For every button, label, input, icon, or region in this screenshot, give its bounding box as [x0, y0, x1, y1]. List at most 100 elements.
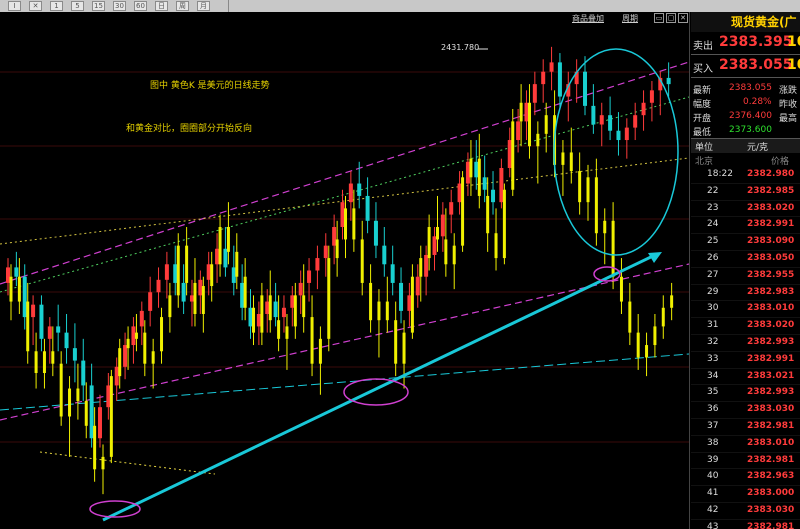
tick-row[interactable]: 23 2383.020: [691, 201, 800, 218]
tick-list[interactable]: 18:22 2382.980 22 2382.985 23 2383.020 24 2382.…: [691, 167, 800, 529]
toolbar-button[interactable]: 1: [50, 1, 63, 11]
period-link[interactable]: 周期: [622, 13, 638, 24]
tick-row[interactable]: 18:22 2382.980: [691, 167, 800, 184]
toolbar-button[interactable]: 5: [71, 1, 84, 11]
kline-svg[interactable]: [0, 12, 689, 529]
gold-candle-body: [449, 202, 454, 215]
usd-candle-body: [344, 208, 347, 240]
tick-row[interactable]: 22 2382.985: [691, 184, 800, 201]
maximize-icon[interactable]: ▢: [666, 13, 676, 23]
gold-candle-body: [532, 84, 537, 103]
gold-candle-body: [131, 326, 136, 346]
usd-candle-body: [51, 351, 55, 364]
gold-candle-body: [106, 385, 111, 408]
usd-candle-body: [452, 245, 456, 265]
kline-chart[interactable]: 商品叠加 周期 ▭ ▢ ✕ 图中 黄色K 是美元的日线走势 和黄金对比，圈圈部分…: [0, 12, 690, 529]
restore-icon[interactable]: ▭: [654, 13, 664, 23]
gold-candle-body: [599, 115, 604, 125]
tick-row[interactable]: 30 2383.010: [691, 301, 800, 319]
toolbar-button[interactable]: 月: [197, 1, 210, 11]
gold-candle-body: [399, 282, 404, 311]
usd-candle-body: [670, 295, 674, 308]
tick-time: 39: [707, 454, 719, 465]
tick-price: 2383.050: [747, 252, 795, 263]
usd-candle-body: [419, 258, 423, 277]
overlay-link[interactable]: 商品叠加: [572, 13, 604, 24]
usd-candle-body: [310, 317, 314, 364]
tick-row[interactable]: 32 2382.993: [691, 335, 800, 352]
tick-row[interactable]: 37 2382.981: [691, 419, 800, 436]
tick-time: 30: [707, 303, 719, 314]
tick-row[interactable]: 36 2383.030: [691, 402, 800, 419]
tick-row[interactable]: 24 2382.991: [691, 217, 800, 235]
tick-row[interactable]: 31 2383.020: [691, 318, 800, 335]
tick-time: 18:22: [707, 169, 733, 179]
dotted-trend-line: [0, 96, 689, 293]
gold-candle-body: [47, 326, 52, 339]
tick-row[interactable]: 42 2383.030: [691, 503, 800, 520]
toolbar-button[interactable]: 15: [92, 1, 105, 11]
gold-candle-body: [332, 227, 337, 246]
tick-row[interactable]: 25 2383.090: [691, 234, 800, 251]
buy-row[interactable]: 买入 2383.055 10: [691, 55, 800, 78]
gold-candle-body: [281, 307, 286, 318]
toolbar-button[interactable]: 60: [134, 1, 147, 11]
sell-row[interactable]: 卖出 2383.395 10: [691, 32, 800, 55]
gold-candle-body: [583, 71, 588, 106]
tick-price: 2383.020: [747, 202, 795, 213]
tick-time: 36: [707, 404, 719, 415]
tick-row[interactable]: 34 2383.021: [691, 369, 800, 386]
tick-row[interactable]: 27 2382.955: [691, 268, 800, 285]
gold-candle-body: [641, 102, 646, 116]
toolbar: Ⅰ ✕ 1 5 15 30 60 日周月: [0, 0, 800, 12]
tick-row[interactable]: 33 2382.991: [691, 352, 800, 369]
gold-candle-body: [323, 245, 328, 259]
usd-candle-body: [569, 152, 573, 172]
tick-time: 27: [707, 269, 719, 280]
toolbar-button[interactable]: 日: [155, 1, 168, 11]
usd-candle-body: [293, 295, 297, 327]
instrument-title: 现货黄金(广: [691, 12, 800, 32]
gold-candle-body: [474, 161, 479, 178]
tick-price: 2382.991: [747, 219, 795, 230]
gold-candle-body: [616, 130, 621, 141]
tick-price: 2383.030: [747, 404, 795, 415]
toolbar-button[interactable]: Ⅰ: [8, 1, 21, 11]
usd-candle-body: [185, 245, 189, 283]
toolbar-button[interactable]: 30: [113, 1, 126, 11]
toolbar-button[interactable]: 周: [176, 1, 189, 11]
gold-candle-body: [491, 189, 496, 203]
gold-candle-body: [608, 115, 613, 131]
tick-row[interactable]: 35 2382.993: [691, 385, 800, 403]
usd-candle-body: [402, 332, 406, 364]
usd-candle-body: [176, 245, 180, 296]
gold-candle-body: [156, 279, 161, 293]
usd-candle-body: [318, 338, 322, 364]
usd-candle-body: [519, 102, 523, 122]
usd-candle-body: [17, 276, 21, 302]
tick-time: 42: [707, 504, 719, 515]
tick-row[interactable]: 41 2383.000: [691, 486, 800, 503]
gold-candle-body: [198, 279, 203, 296]
annotation-compare: 和黄金对比，圈圈部分开始反向: [126, 124, 253, 134]
tick-row[interactable]: 40 2382.963: [691, 469, 800, 487]
usd-candle-body: [126, 338, 130, 349]
usd-candle-body: [302, 295, 306, 318]
tick-price: 2382.955: [747, 269, 795, 280]
tick-price: 2383.020: [747, 320, 795, 331]
tick-row[interactable]: 26 2383.050: [691, 251, 800, 268]
close-icon[interactable]: ✕: [678, 13, 688, 23]
usd-candle-body: [277, 320, 281, 339]
usd-candle-body: [68, 388, 72, 417]
usd-candle-body: [477, 158, 481, 196]
usd-candle-body: [527, 102, 531, 147]
usd-candle-body: [118, 348, 122, 377]
gold-candle-body: [223, 248, 228, 268]
gold-candle-body: [649, 90, 654, 103]
tick-row[interactable]: 29 2382.983: [691, 285, 800, 302]
gold-candle-body: [465, 161, 470, 184]
tick-row[interactable]: 38 2383.010: [691, 436, 800, 453]
tick-row[interactable]: 43 2382.981: [691, 520, 800, 529]
tick-row[interactable]: 39 2382.981: [691, 453, 800, 470]
toolbar-button[interactable]: ✕: [29, 1, 42, 11]
